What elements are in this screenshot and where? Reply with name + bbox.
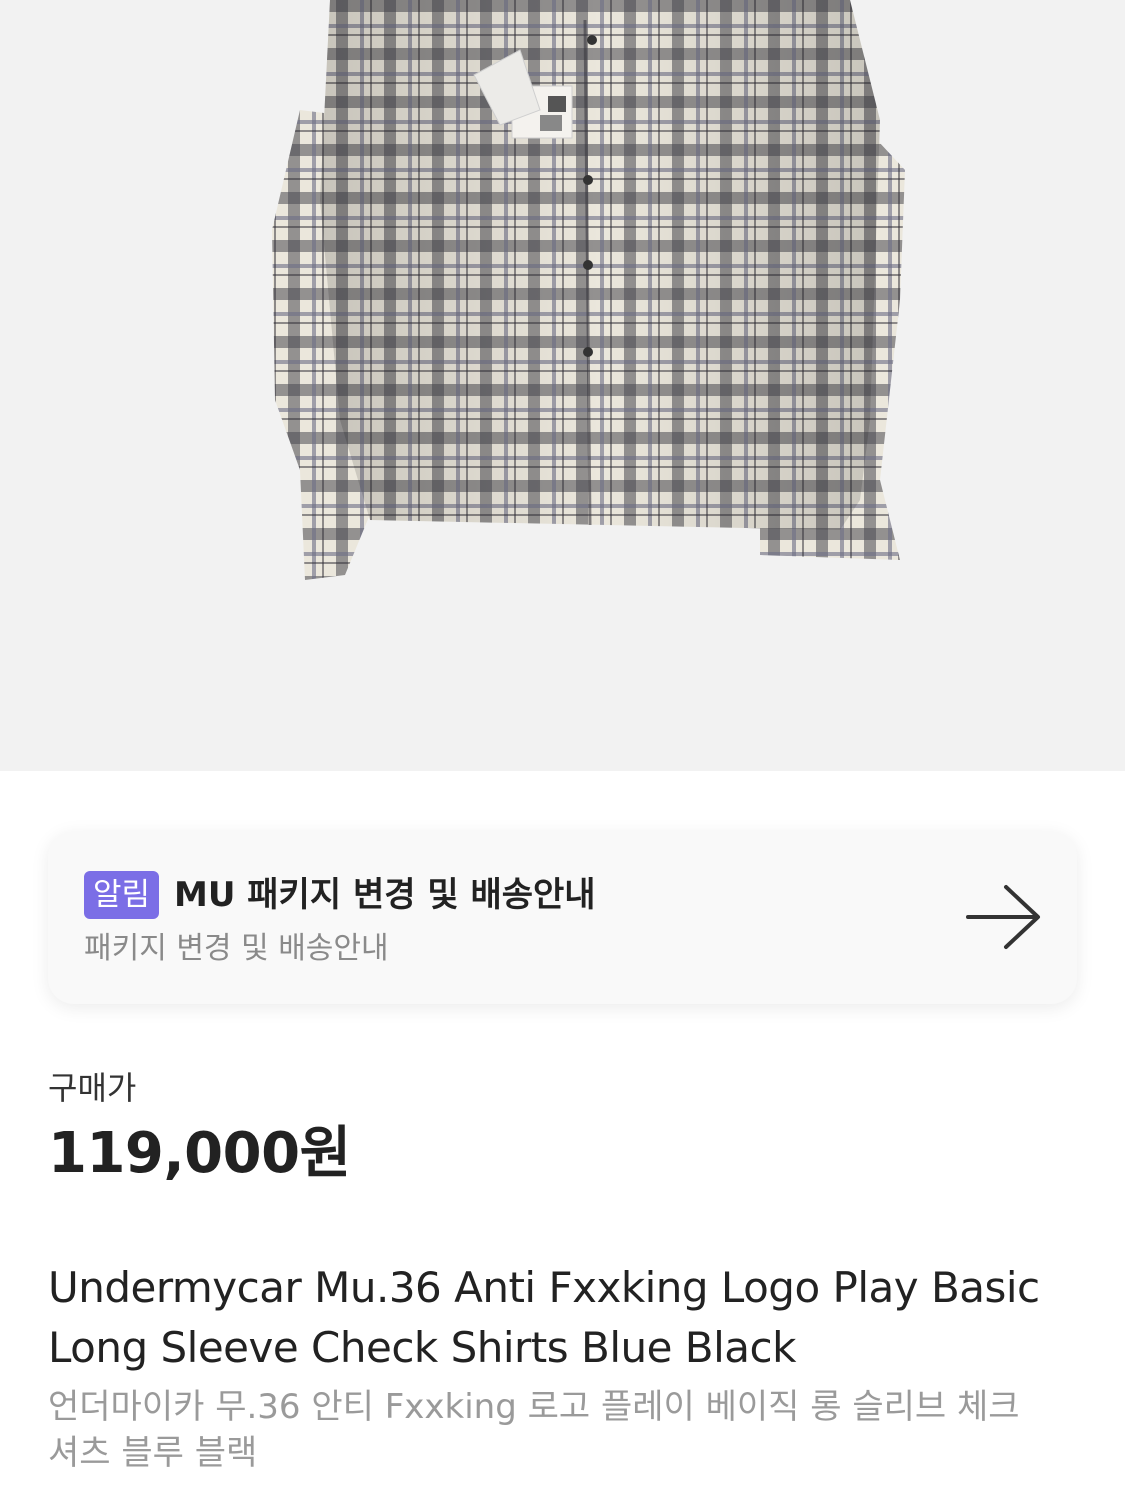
product-name-ko: 언더마이카 무.36 안티 Fxxking 로고 플레이 베이직 롱 슬리브 체… [48,1387,1020,1473]
notice-badge: 알림 [84,871,160,919]
shipping-notice-card[interactable]: 알림 MU 패키지 변경 및 배송안내 패키지 변경 및 배송안내 [48,831,1077,1004]
product-detail-page: 알림 MU 패키지 변경 및 배송안내 패키지 변경 및 배송안내 구매가 11… [0,0,1125,1501]
shirt-illustration [272,0,905,580]
notice-title: MU 패키지 변경 및 배송안내 [174,875,596,915]
notice-subtitle: 패키지 변경 및 배송안내 [84,931,389,966]
price-label: 구매가 [48,1069,137,1107]
price-value: 119,000원 [48,1121,351,1186]
product-image[interactable] [0,0,1125,771]
arrow-right-icon[interactable] [964,883,1044,951]
product-name-en: Undermycar Mu.36 Anti Fxxking Logo Play … [48,1263,1040,1372]
